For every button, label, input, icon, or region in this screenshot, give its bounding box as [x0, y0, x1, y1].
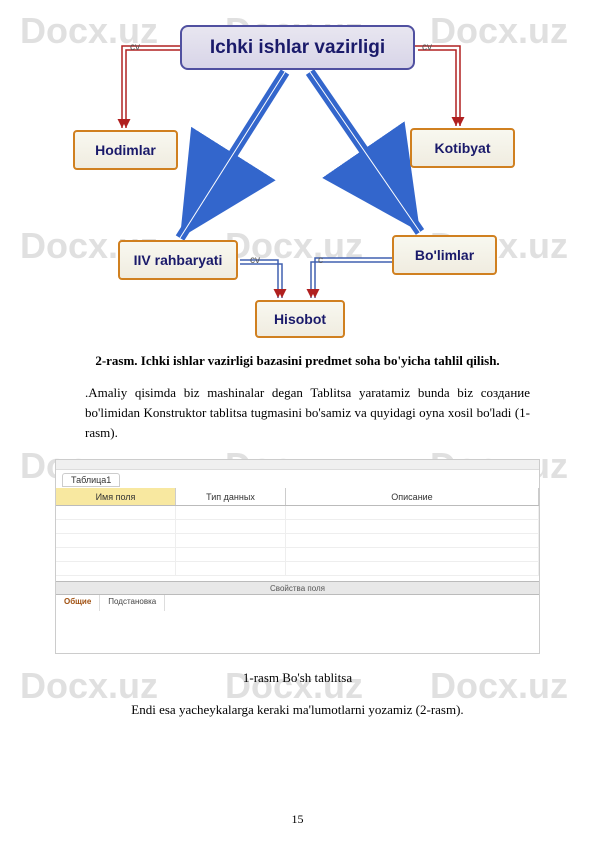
node-hodimlar: Hodimlar — [73, 130, 178, 170]
org-chart-diagram: Ichki ishlar vazirligi Hodimlar Kotibyat… — [0, 0, 595, 345]
node-kotibyat: Kotibyat — [410, 128, 515, 168]
tab-general: Общие — [56, 595, 100, 611]
properties-tabs: Общие Подстановка — [56, 595, 539, 611]
properties-splitter: Свойства поля — [56, 581, 539, 595]
node-bolimlar: Bo'limlar — [392, 235, 497, 275]
paragraph-1: .Amaliy qisimda biz mashinalar degan Tab… — [85, 383, 530, 443]
figure-caption-1: 1-rasm Bo'sh tablitsa — [40, 670, 555, 686]
connector-label: c — [318, 255, 323, 266]
node-rahbaryati: IIV rahbaryati — [118, 240, 238, 280]
paragraph-2: Endi esa yacheykalarga keraki ma'lumotla… — [65, 700, 530, 720]
page-number: 15 — [0, 812, 595, 827]
column-header-name: Имя поля — [56, 488, 176, 505]
column-header-desc: Описание — [286, 488, 539, 505]
column-header-type: Тип данных — [176, 488, 286, 505]
connector-label: cv — [250, 255, 260, 266]
table-empty-rows — [56, 506, 539, 581]
tab-lookup: Подстановка — [100, 595, 165, 611]
node-hisobot: Hisobot — [255, 300, 345, 338]
table-header-row: Имя поля Тип данных Описание — [56, 488, 539, 506]
connector-label: cv — [422, 42, 432, 53]
connector-label: cv — [130, 42, 140, 53]
table-tab: Таблица1 — [62, 473, 120, 487]
node-ichki-ishlar: Ichki ishlar vazirligi — [180, 25, 415, 70]
figure-caption-2: 2-rasm. Ichki ishlar vazirligi bazasini … — [40, 353, 555, 369]
table-designer-screenshot: Таблица1 Имя поля Тип данных Описание Св… — [55, 459, 540, 654]
